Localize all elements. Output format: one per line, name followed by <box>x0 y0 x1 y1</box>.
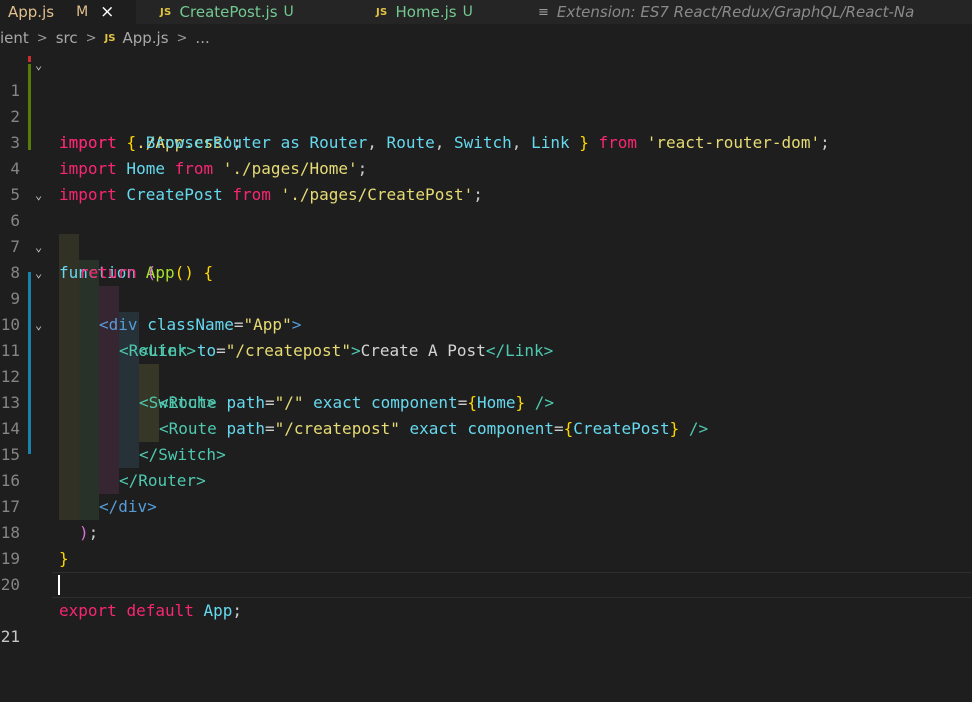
code-line-19[interactable]: 19 <box>0 520 972 568</box>
untracked-badge: U <box>462 4 473 20</box>
breadcrumb-item-symbol[interactable]: ... <box>195 29 209 47</box>
code-token: ; <box>232 601 243 620</box>
code-line-18[interactable]: 18 } <box>0 494 972 568</box>
code-line-7[interactable]: 7 return ( <box>0 208 972 282</box>
code-line-8[interactable]: 8 ⌄ <div className="App"> <box>0 234 972 334</box>
code-line-4[interactable]: 4 import CreatePost from './pages/Create… <box>0 130 972 204</box>
fold-chevron-icon[interactable]: ⌄ <box>35 260 42 286</box>
code-line-3[interactable]: 3 import Home from './pages/Home'; <box>0 104 972 178</box>
breadcrumb-item-src[interactable]: src <box>56 29 78 47</box>
text-cursor <box>58 575 60 595</box>
tab-app-js[interactable]: App.js M × <box>0 0 136 24</box>
code-line-5[interactable]: 5 <box>0 156 972 204</box>
code-editor[interactable]: 1 ⌄ import './App.css'; 2 import { Brows… <box>0 52 972 646</box>
js-file-icon: JS <box>160 6 172 18</box>
code-line-13[interactable]: 13 <Route path="/createpost" exact compo… <box>0 364 972 438</box>
close-icon[interactable]: × <box>100 3 114 21</box>
code-line-15[interactable]: 15 </Router> <box>0 416 972 490</box>
fold-chevron-icon[interactable]: ⌄ <box>35 234 42 260</box>
code-line-1[interactable]: 1 ⌄ import './App.css'; <box>0 52 972 152</box>
breadcrumb-item-client[interactable]: ient <box>0 29 29 47</box>
editor-tab-bar: App.js M × JS CreatePost.js U JS Home.js… <box>0 0 972 24</box>
tab-home-js[interactable]: JS Home.js U <box>352 0 538 24</box>
tab-label: Extension: ES7 React/Redux/GraphQL/React… <box>556 3 915 21</box>
code-line-9[interactable]: 9 ⌄ <Router> <box>0 260 972 360</box>
fold-chevron-icon[interactable]: ⌄ <box>35 312 42 338</box>
code-token: export <box>59 601 117 620</box>
current-line-highlight <box>52 572 972 598</box>
code-line-21[interactable]: 21 <box>0 572 972 646</box>
chevron-right-icon: > <box>36 30 48 46</box>
fold-chevron-icon[interactable]: ⌄ <box>35 52 42 78</box>
js-file-icon: JS <box>376 6 388 18</box>
chevron-right-icon: > <box>176 30 188 46</box>
code-line-16[interactable]: 16 </div> <box>0 442 972 516</box>
code-line-17[interactable]: 17 ); <box>0 468 972 542</box>
tab-extension-preview[interactable]: ≡ Extension: ES7 React/Redux/GraphQL/Rea… <box>538 0 972 24</box>
code-line-12[interactable]: 12 <Route path="/" exact component={Home… <box>0 338 972 412</box>
breadcrumb-item-file[interactable]: App.js <box>122 29 168 47</box>
code-token: default <box>126 601 194 620</box>
modified-badge: M <box>76 4 89 20</box>
code-line-11[interactable]: 11 ⌄ <Switch> <box>0 312 972 412</box>
code-token: App <box>203 601 233 620</box>
untracked-badge: U <box>283 4 294 20</box>
code-line-2[interactable]: 2 import { BrowserRouter as Router, Rout… <box>0 78 972 152</box>
code-line-6[interactable]: 6 ⌄ function App() { <box>0 182 972 282</box>
code-line-20[interactable]: 20 export default App; <box>0 546 972 620</box>
code-line-10[interactable]: 10 <Link to="/createpost">Create A Post<… <box>0 286 972 360</box>
breadcrumb: ient > src > JS App.js > ... <box>0 24 972 52</box>
tab-label: CreatePost.js <box>179 3 278 21</box>
line-number: 21 <box>0 627 20 646</box>
tab-createpost-js[interactable]: JS CreatePost.js U <box>136 0 352 24</box>
preview-list-icon: ≡ <box>538 4 549 20</box>
code-line-14[interactable]: 14 </Switch> <box>0 390 972 464</box>
tab-label: Home.js <box>395 3 457 21</box>
js-file-icon: JS <box>104 32 116 44</box>
chevron-right-icon: > <box>85 30 97 46</box>
tab-label: App.js <box>8 3 55 21</box>
fold-chevron-icon[interactable]: ⌄ <box>35 182 42 208</box>
